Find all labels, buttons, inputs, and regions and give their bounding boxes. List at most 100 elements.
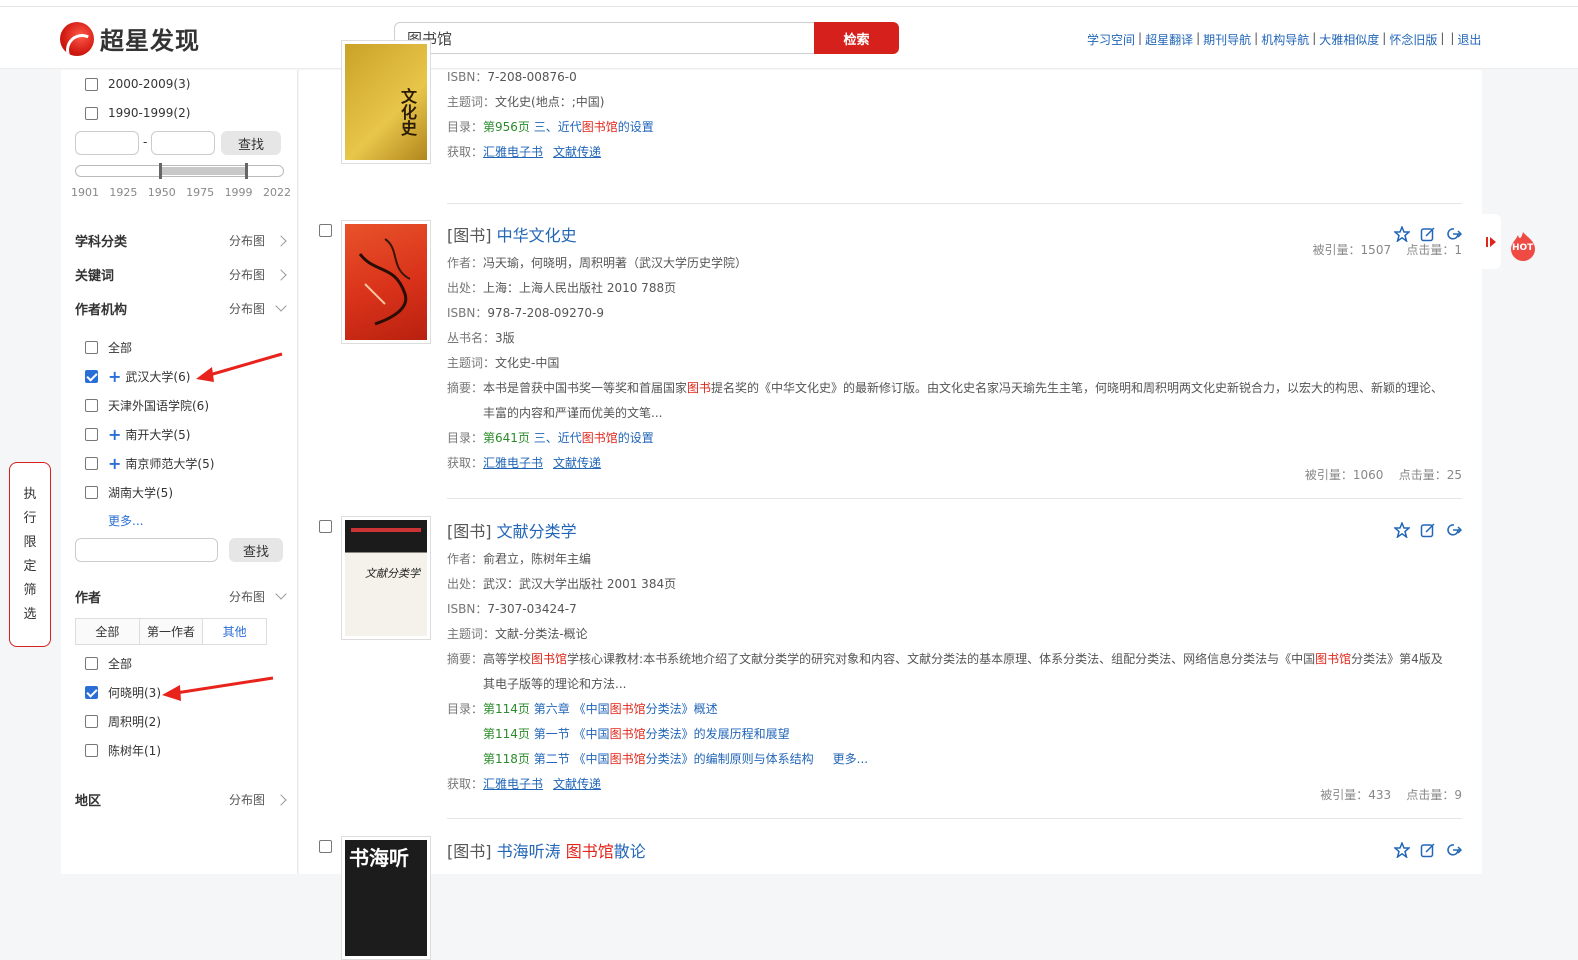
org-option[interactable]: + 南京师范大学(5) xyxy=(85,455,214,472)
result-title[interactable]: [图书] 中华文化史 xyxy=(447,222,1462,246)
toc-line: 第114页 第一节 《中国图书馆分类法》的发展历程和展望 xyxy=(483,727,790,741)
section-org[interactable]: 作者机构 分布图 xyxy=(75,299,287,318)
filter-sidebar: 2000-2009(3) 1990-1999(2) - 查找 1901 1925… xyxy=(61,70,298,874)
note-edit-icon[interactable] xyxy=(1420,226,1436,242)
note-edit-icon[interactable] xyxy=(1420,842,1436,858)
year-option[interactable]: 2000-2009(3) xyxy=(85,77,190,91)
toc-entry[interactable]: 第二节 《中国 xyxy=(534,752,610,766)
hot-badge[interactable]: HOT xyxy=(1509,231,1537,261)
share-icon[interactable] xyxy=(1446,522,1462,538)
get-delivery-link[interactable]: 文献传递 xyxy=(553,145,601,159)
book-cover[interactable] xyxy=(341,220,431,344)
get-ebook-link[interactable]: 汇雅电子书 xyxy=(483,456,543,470)
share-icon[interactable] xyxy=(1446,842,1462,858)
get-delivery-link[interactable]: 文献传递 xyxy=(553,777,601,791)
toc-page[interactable]: 第956页 xyxy=(483,120,530,134)
abstract-line-2: 丰富的内容和严谨而优美的文笔... xyxy=(483,406,663,420)
checkbox[interactable] xyxy=(85,341,98,354)
favorite-star-icon[interactable] xyxy=(1394,842,1410,858)
checkbox-checked[interactable] xyxy=(85,686,98,699)
toc-page[interactable]: 第118页 xyxy=(483,752,530,766)
toc-entry[interactable]: 三、近代 xyxy=(534,120,582,134)
tab-all[interactable]: 全部 xyxy=(76,619,140,644)
org-option[interactable]: 全部 xyxy=(85,339,132,356)
year-slider-handle-right[interactable] xyxy=(245,163,248,179)
book-cover[interactable]: 文化史 xyxy=(341,40,431,164)
year-slider-handle-left[interactable] xyxy=(159,163,162,179)
org-search-input[interactable] xyxy=(75,538,218,562)
org-option[interactable]: 天津外国语学院(6) xyxy=(85,397,209,414)
org-option[interactable]: 湖南大学(5) xyxy=(85,484,173,501)
year-label: 1990-1999(2) xyxy=(108,106,191,120)
checkbox[interactable] xyxy=(85,428,98,441)
year-option[interactable]: 1990-1999(2) xyxy=(85,106,190,120)
book-cover[interactable]: 书海听 xyxy=(341,836,431,960)
source-line: 出处：上海：上海人民出版社 2010 788页 xyxy=(447,281,677,295)
checkbox[interactable] xyxy=(85,715,98,728)
author-option[interactable]: 何晓明(3) xyxy=(85,684,161,701)
tab-other[interactable]: 其他 xyxy=(203,619,267,644)
checkbox[interactable] xyxy=(85,399,98,412)
book-cover[interactable]: 文献分类学 xyxy=(341,516,431,640)
logo[interactable]: 超星发现 xyxy=(60,21,200,56)
execute-filter-button[interactable]: 执 行 限 定 筛 选 xyxy=(9,462,51,647)
distribution-link[interactable]: 分布图 xyxy=(229,266,265,283)
org-find-button[interactable]: 查找 xyxy=(229,538,283,562)
year-from-input[interactable] xyxy=(75,131,139,155)
author-option[interactable]: 周积明(2) xyxy=(85,713,161,730)
exec-char: 筛 xyxy=(23,582,37,598)
author-option[interactable]: 陈树年(1) xyxy=(85,742,161,759)
toc-entry[interactable]: 第六章 《中国 xyxy=(534,702,610,716)
favorite-star-icon[interactable] xyxy=(1394,226,1410,242)
get-delivery-link[interactable]: 文献传递 xyxy=(553,456,601,470)
result-title[interactable]: [图书] 文献分类学 xyxy=(447,518,1462,542)
org-option[interactable]: + 南开大学(5) xyxy=(85,426,190,443)
toc-entry[interactable]: 第一节 《中国 xyxy=(534,727,610,741)
result-actions xyxy=(1394,522,1462,538)
checkbox[interactable] xyxy=(85,657,98,670)
favorite-star-icon[interactable] xyxy=(1394,522,1410,538)
section-region[interactable]: 地区 分布图 xyxy=(75,790,287,809)
result-checkbox[interactable] xyxy=(319,520,332,533)
checkbox[interactable] xyxy=(85,457,98,470)
distribution-link[interactable]: 分布图 xyxy=(229,300,265,317)
org-more-link[interactable]: 更多... xyxy=(108,512,143,529)
year-slider[interactable] xyxy=(75,163,284,179)
toc-entry[interactable]: 三、近代 xyxy=(534,431,582,445)
tab-first-author[interactable]: 第一作者 xyxy=(140,619,204,644)
share-icon[interactable] xyxy=(1446,226,1462,242)
year-to-input[interactable] xyxy=(151,131,215,155)
distribution-link[interactable]: 分布图 xyxy=(229,588,265,605)
toc-more-link[interactable]: 更多... xyxy=(833,752,868,766)
checkbox[interactable] xyxy=(85,106,98,120)
section-author[interactable]: 作者 分布图 xyxy=(75,587,287,606)
section-keyword[interactable]: 关键词 分布图 xyxy=(75,265,287,284)
result-title[interactable]: [图书] 书海听涛 图书馆散论 xyxy=(447,838,1462,862)
expand-plus-icon[interactable]: + xyxy=(108,455,121,471)
year-find-button[interactable]: 查找 xyxy=(221,131,281,155)
author-option[interactable]: 全部 xyxy=(85,655,132,672)
expand-plus-icon[interactable]: + xyxy=(108,426,121,442)
distribution-link[interactable]: 分布图 xyxy=(229,791,265,808)
toc-page[interactable]: 第641页 xyxy=(483,431,530,445)
get-ebook-link[interactable]: 汇雅电子书 xyxy=(483,777,543,791)
checkbox-checked[interactable] xyxy=(85,370,98,383)
result-checkbox[interactable] xyxy=(319,840,332,853)
result-info: [图书] 中华文化史 作者：冯天瑜，何晓明，周积明著（武汉大学历史学院） 出处：… xyxy=(447,222,1462,471)
section-subject[interactable]: 学科分类 分布图 xyxy=(75,231,287,250)
expand-plus-icon[interactable]: + xyxy=(108,368,121,384)
toc-page[interactable]: 第114页 xyxy=(483,702,530,716)
author-label: 何晓明(3) xyxy=(108,686,161,700)
toc-page[interactable]: 第114页 xyxy=(483,727,530,741)
checkbox[interactable] xyxy=(85,77,98,91)
checkbox[interactable] xyxy=(85,744,98,757)
distribution-link[interactable]: 分布图 xyxy=(229,232,265,249)
note-edit-icon[interactable] xyxy=(1420,522,1436,538)
result-checkbox[interactable] xyxy=(319,224,332,237)
org-option[interactable]: + 武汉大学(6) xyxy=(85,368,190,385)
get-ebook-link[interactable]: 汇雅电子书 xyxy=(483,145,543,159)
hot-panel-toggle[interactable] xyxy=(1481,214,1501,269)
isbn-line: ISBN：7-307-03424-7 xyxy=(447,602,577,616)
checkbox[interactable] xyxy=(85,486,98,499)
year-slider-range xyxy=(160,167,246,175)
